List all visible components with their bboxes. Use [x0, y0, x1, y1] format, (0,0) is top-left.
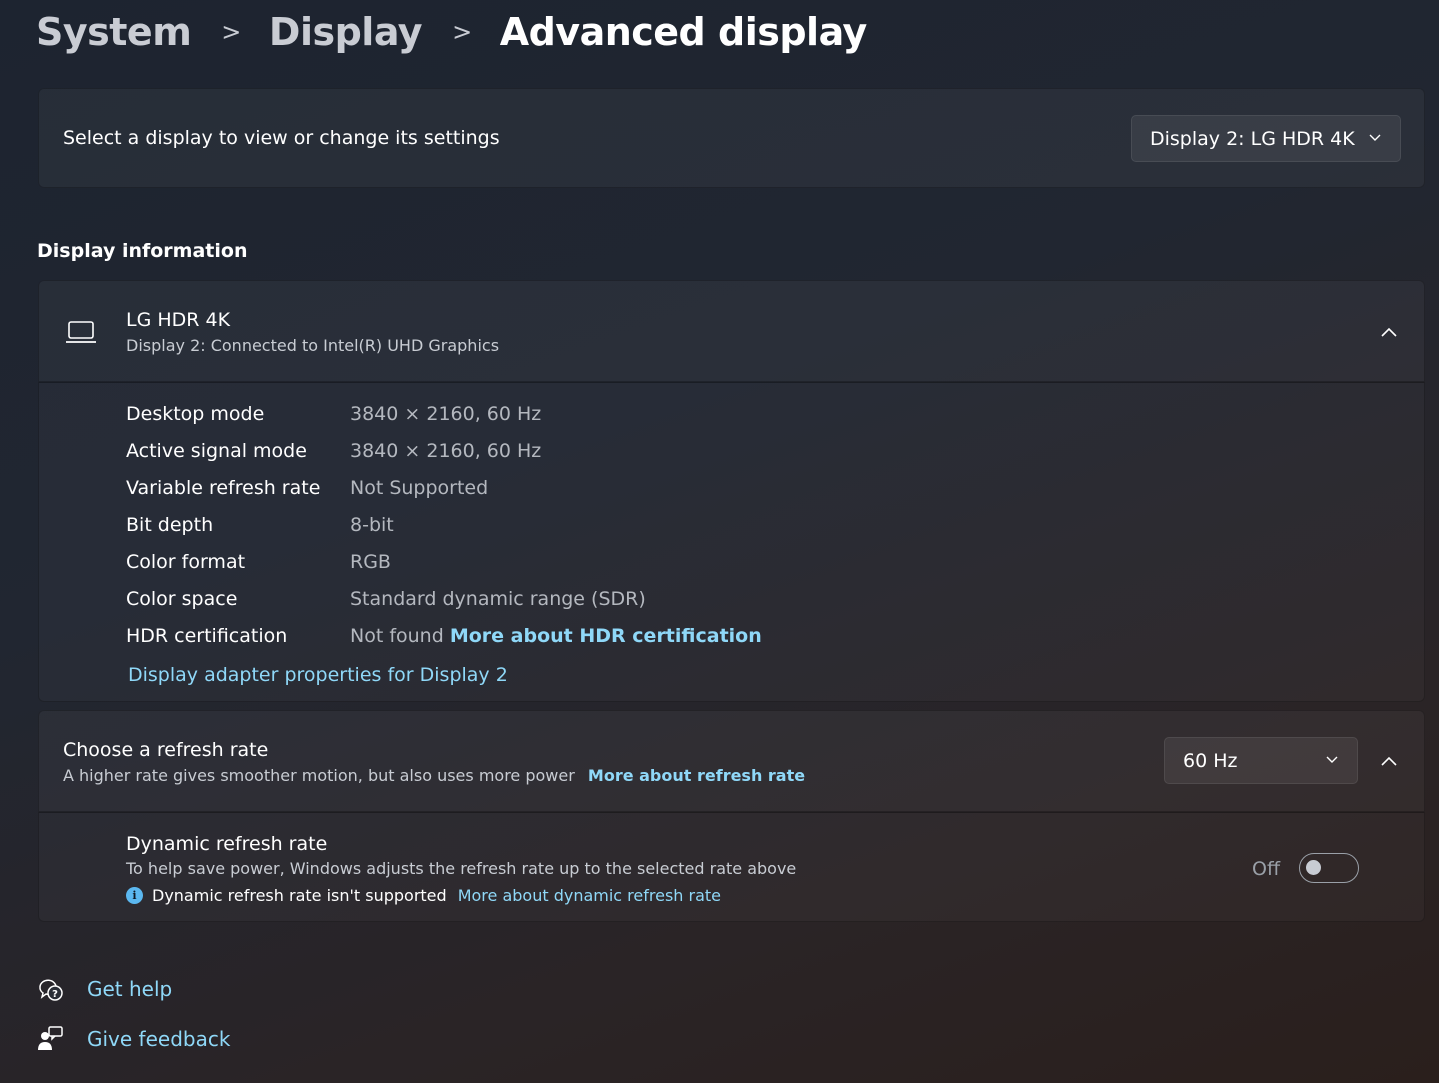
select-display-label: Select a display to view or change its s… [63, 127, 500, 149]
help-icon: ? [39, 979, 63, 1001]
display-info-details: Desktop mode 3840 × 2160, 60 Hz Active s… [38, 382, 1425, 702]
dynamic-refresh-toggle[interactable] [1299, 853, 1359, 883]
toggle-state-label: Off [1252, 858, 1281, 880]
info-icon: i [126, 887, 143, 904]
get-help-label: Get help [87, 977, 173, 1001]
refresh-rate-description: A higher rate gives smoother motion, but… [63, 766, 575, 785]
more-about-dynamic-refresh-link[interactable]: More about dynamic refresh rate [458, 886, 721, 905]
info-value: 8-bit [350, 514, 394, 536]
give-feedback-link[interactable]: Give feedback [36, 1025, 230, 1053]
dynamic-refresh-unsupported-text: Dynamic refresh rate isn't supported [152, 886, 447, 905]
display-adapter-properties-link[interactable]: Display adapter properties for Display 2 [128, 664, 508, 686]
more-about-refresh-rate-link[interactable]: More about refresh rate [588, 766, 805, 785]
info-value: Not found More about HDR certification [350, 625, 762, 647]
display-select-value: Display 2: LG HDR 4K [1150, 127, 1355, 150]
chevron-down-icon [1369, 134, 1381, 141]
monitor-subtitle: Display 2: Connected to Intel(R) UHD Gra… [126, 336, 500, 355]
svg-text:?: ? [52, 989, 58, 1000]
refresh-rate-dropdown[interactable]: 60 Hz [1164, 737, 1358, 784]
info-value: 3840 × 2160, 60 Hz [350, 403, 542, 425]
chevron-up-icon[interactable] [1379, 751, 1399, 771]
refresh-rate-expander: Choose a refresh rate A higher rate give… [38, 710, 1425, 812]
breadcrumb-display[interactable]: Display [269, 10, 423, 54]
give-feedback-label: Give feedback [87, 1027, 231, 1051]
select-display-card: Select a display to view or change its s… [38, 88, 1425, 188]
info-label: Variable refresh rate [126, 477, 321, 499]
feedback-icon [38, 1026, 63, 1050]
info-label: Active signal mode [126, 440, 307, 462]
page-title: Advanced display [499, 10, 868, 54]
display-select-dropdown[interactable]: Display 2: LG HDR 4K [1131, 115, 1401, 162]
hdr-cert-link[interactable]: More about HDR certification [450, 625, 762, 647]
info-label: Bit depth [126, 514, 214, 536]
refresh-rate-subtitle: A higher rate gives smoother motion, but… [63, 766, 805, 785]
refresh-rate-title: Choose a refresh rate [63, 739, 269, 761]
info-value: Not Supported [350, 477, 489, 499]
breadcrumb-system[interactable]: System [36, 10, 192, 54]
info-value: Standard dynamic range (SDR) [350, 588, 646, 610]
dynamic-refresh-title: Dynamic refresh rate [126, 833, 328, 855]
get-help-link[interactable]: ? Get help [36, 975, 172, 1003]
breadcrumb-separator-icon: > [221, 18, 241, 46]
info-label: Desktop mode [126, 403, 265, 425]
breadcrumb: System > Display > Advanced display [36, 4, 867, 60]
hdr-cert-value: Not found [350, 625, 444, 647]
info-label: Color space [126, 588, 238, 610]
monitor-name: LG HDR 4K [126, 309, 231, 331]
display-info-expander[interactable]: LG HDR 4K Display 2: Connected to Intel(… [38, 280, 1425, 382]
chevron-up-icon[interactable] [1379, 322, 1399, 342]
display-information-heading: Display information [37, 240, 248, 262]
info-value: 3840 × 2160, 60 Hz [350, 440, 542, 462]
info-value: RGB [350, 551, 391, 573]
toggle-knob [1306, 860, 1321, 875]
laptop-monitor-icon [66, 321, 96, 343]
dynamic-refresh-note: i Dynamic refresh rate isn't supported M… [126, 886, 721, 905]
chevron-down-icon [1326, 756, 1338, 763]
refresh-rate-value: 60 Hz [1183, 749, 1238, 772]
breadcrumb-separator-icon: > [452, 18, 472, 46]
info-label: HDR certification [126, 625, 288, 647]
dynamic-refresh-subtitle: To help save power, Windows adjusts the … [126, 859, 797, 878]
info-label: Color format [126, 551, 246, 573]
dynamic-refresh-rate-row: Dynamic refresh rate To help save power,… [38, 812, 1425, 922]
